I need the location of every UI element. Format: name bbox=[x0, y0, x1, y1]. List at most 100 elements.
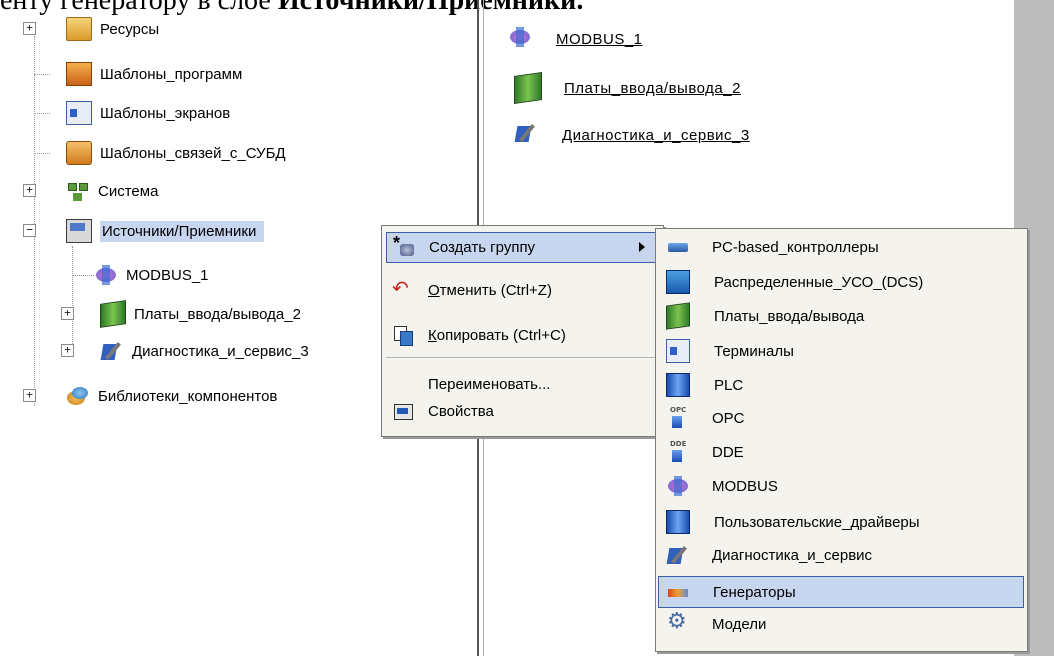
submenu-item-label: Терминалы bbox=[714, 342, 794, 360]
submenu-item-label: PLC bbox=[714, 376, 744, 394]
menu-item-label: Отменить (Ctrl+Z) bbox=[428, 282, 552, 299]
pc-based-controller-icon bbox=[666, 236, 688, 258]
content-item-diagnostics-3[interactable]: Диагностика_и_сервис_3 bbox=[514, 122, 750, 148]
tree-item-label: Шаблоны_связей_с_СУБД bbox=[100, 144, 286, 162]
user-driver-icon bbox=[666, 510, 690, 534]
submenu-item-pc-based[interactable]: PC-based_контроллеры bbox=[660, 236, 879, 258]
expand-io-boards-toggle[interactable]: + bbox=[61, 307, 74, 320]
diagnostics-icon bbox=[100, 340, 124, 362]
io-board-icon bbox=[514, 72, 542, 104]
tree-connector bbox=[34, 153, 50, 154]
tree-item-label: Диагностика_и_сервис_3 bbox=[132, 342, 309, 360]
undo-label-rest: тменить (Ctrl+Z) bbox=[439, 281, 552, 299]
generator-icon bbox=[667, 581, 689, 603]
submenu-item-diagnostics[interactable]: Диагностика_и_сервис bbox=[660, 544, 872, 566]
diagnostics-icon bbox=[666, 544, 688, 566]
menu-item-undo[interactable]: Отменить (Ctrl+Z) bbox=[386, 276, 656, 303]
menu-item-create-group[interactable]: Создать группу bbox=[386, 232, 658, 263]
diagnostics-icon bbox=[514, 122, 540, 148]
content-item-label: Диагностика_и_сервис_3 bbox=[562, 126, 750, 144]
dcs-icon bbox=[666, 270, 690, 294]
expand-libraries-toggle[interactable]: + bbox=[23, 389, 36, 402]
expand-system-toggle[interactable]: + bbox=[23, 184, 36, 197]
collapse-sources-toggle[interactable]: − bbox=[23, 224, 36, 237]
submenu-item-terminals[interactable]: Терминалы bbox=[660, 339, 794, 363]
menu-item-label: Копировать (Ctrl+C) bbox=[428, 327, 566, 344]
tree-item-label: Платы_ввода/вывода_2 bbox=[134, 305, 301, 323]
submenu-item-opc[interactable]: OPC bbox=[660, 406, 745, 429]
menu-item-label: Переименовать... bbox=[428, 375, 551, 393]
tree-item-label: Система bbox=[98, 182, 159, 200]
tree-item-sources-receivers[interactable]: Источники/Приемники bbox=[48, 216, 265, 246]
menu-item-label: Создать группу bbox=[429, 239, 536, 256]
tree-item-db-link-templates[interactable]: Шаблоны_связей_с_СУБД bbox=[66, 138, 286, 168]
submenu-item-dde[interactable]: DDE bbox=[660, 440, 744, 463]
copy-icon bbox=[392, 324, 414, 346]
submenu-arrow-icon bbox=[639, 242, 645, 252]
tree-item-system[interactable]: Система bbox=[66, 176, 158, 206]
submenu-item-label: DDE bbox=[712, 443, 744, 461]
submenu-item-user-drivers[interactable]: Пользовательские_драйверы bbox=[660, 510, 920, 534]
dde-icon bbox=[666, 440, 688, 463]
menu-item-copy[interactable]: Копировать (Ctrl+C) bbox=[386, 322, 656, 348]
content-item-modbus-1[interactable]: MODBUS_1 bbox=[508, 26, 643, 52]
tree-item-component-libraries[interactable]: Библиотеки_компонентов bbox=[66, 381, 277, 411]
properties-icon bbox=[392, 400, 414, 422]
db-link-templates-icon bbox=[66, 141, 92, 165]
copy-accelerator: К bbox=[428, 326, 437, 344]
tree-item-label: MODBUS_1 bbox=[126, 266, 209, 284]
plc-icon bbox=[666, 373, 690, 397]
system-network-icon bbox=[66, 180, 90, 202]
tree-item-label: Шаблоны_экранов bbox=[100, 104, 231, 122]
submenu-item-dcs[interactable]: Распределенные_УСО_(DCS) bbox=[660, 270, 923, 294]
tree-item-diagnostics-3[interactable]: Диагностика_и_сервис_3 bbox=[100, 336, 309, 366]
submenu-item-label: PC-based_контроллеры bbox=[712, 238, 879, 256]
io-board-icon bbox=[100, 300, 126, 328]
sources-receivers-icon bbox=[66, 219, 92, 243]
tree-item-label: Ресурсы bbox=[100, 20, 160, 38]
tree-connector bbox=[72, 275, 94, 276]
modbus-icon bbox=[666, 475, 688, 497]
submenu-item-label: Пользовательские_драйверы bbox=[714, 513, 920, 531]
submenu-item-models[interactable]: Модели bbox=[660, 609, 767, 635]
submenu-item-label: MODBUS bbox=[712, 477, 778, 495]
submenu-item-plc[interactable]: PLC bbox=[660, 373, 743, 397]
create-group-submenu: PC-based_контроллеры Распределенные_УСО_… bbox=[655, 228, 1028, 652]
submenu-item-modbus[interactable]: MODBUS bbox=[660, 475, 778, 497]
submenu-item-label: Генераторы bbox=[713, 583, 796, 601]
modbus-icon bbox=[94, 264, 118, 286]
menu-item-rename[interactable]: Переименовать... bbox=[428, 372, 550, 396]
copy-label-rest: опировать (Ctrl+C) bbox=[436, 326, 566, 344]
tree-item-program-templates[interactable]: Шаблоны_программ bbox=[66, 59, 242, 89]
context-menu: Создать группу Отменить (Ctrl+Z) Копиров… bbox=[381, 225, 664, 437]
submenu-item-label: Распределенные_УСО_(DCS) bbox=[714, 273, 924, 291]
tree-connector bbox=[34, 113, 50, 114]
tree-connector bbox=[34, 36, 35, 406]
tree-item-screen-templates[interactable]: Шаблоны_экранов bbox=[66, 98, 230, 128]
modbus-icon bbox=[508, 26, 534, 52]
folder-icon bbox=[66, 17, 92, 41]
submenu-item-label: Диагностика_и_сервис bbox=[712, 546, 873, 564]
submenu-item-io-boards[interactable]: Платы_ввода/вывода bbox=[660, 302, 864, 330]
expand-diagnostics-toggle[interactable]: + bbox=[61, 344, 74, 357]
menu-separator bbox=[386, 357, 656, 358]
terminal-icon bbox=[666, 339, 690, 363]
tree-item-modbus-1[interactable]: MODBUS_1 bbox=[94, 260, 209, 290]
menu-item-label: Свойства bbox=[428, 402, 494, 420]
new-group-icon bbox=[393, 233, 415, 259]
tree-connector bbox=[72, 246, 73, 354]
content-item-label: Платы_ввода/вывода_2 bbox=[564, 79, 741, 97]
tree-item-resources[interactable]: Ресурсы bbox=[66, 14, 159, 44]
content-item-io-boards-2[interactable]: Платы_ввода/вывода_2 bbox=[514, 72, 741, 104]
menu-item-properties[interactable]: Свойства bbox=[386, 398, 656, 424]
tree-connector bbox=[34, 74, 50, 75]
submenu-item-generators[interactable]: Генераторы bbox=[658, 576, 1024, 608]
component-library-icon bbox=[66, 385, 90, 407]
undo-icon bbox=[392, 276, 414, 301]
submenu-item-label: Модели bbox=[712, 615, 767, 633]
expand-resources-toggle[interactable]: + bbox=[23, 22, 36, 35]
tree-item-io-boards-2[interactable]: Платы_ввода/вывода_2 bbox=[100, 299, 301, 329]
tree-item-label: Источники/Приемники bbox=[100, 220, 265, 242]
submenu-item-label: OPC bbox=[712, 409, 745, 427]
content-item-label: MODBUS_1 bbox=[556, 30, 643, 48]
